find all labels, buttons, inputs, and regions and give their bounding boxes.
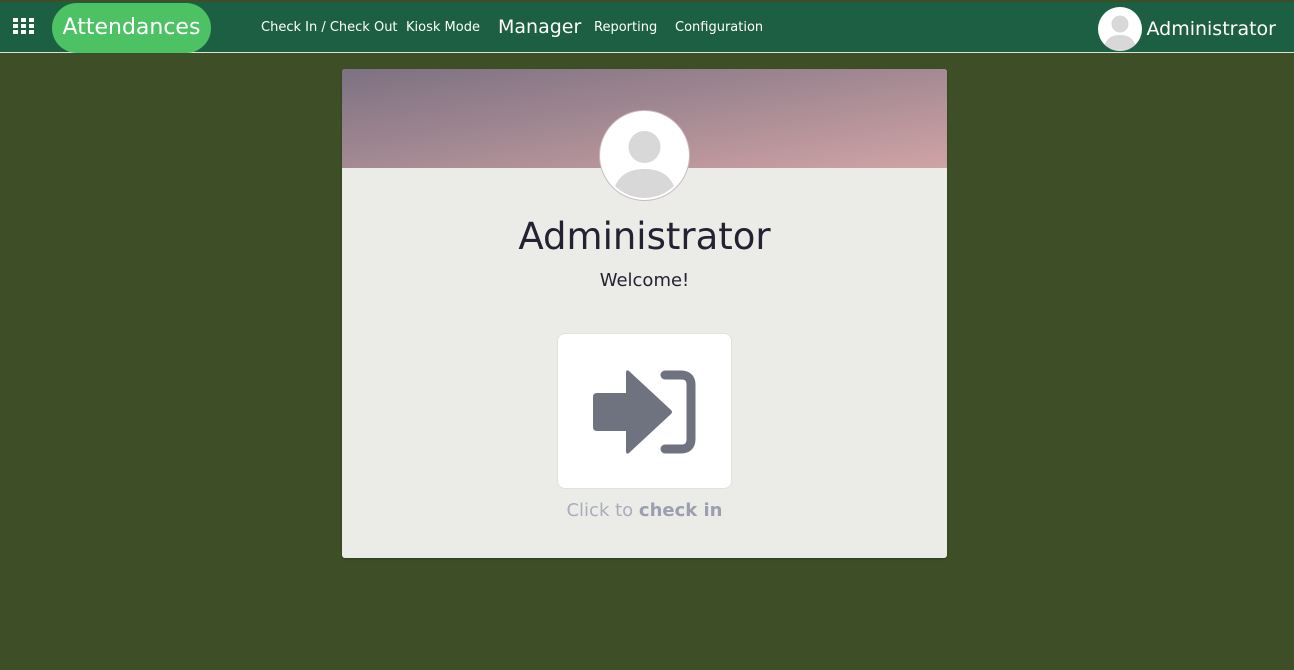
employee-name: Administrator bbox=[518, 215, 771, 258]
apps-menu-icon[interactable] bbox=[13, 18, 34, 35]
employee-avatar-icon bbox=[600, 111, 689, 200]
menu-configuration[interactable]: Configuration bbox=[675, 2, 763, 53]
attendance-card: Administrator Welcome! Click to check in bbox=[342, 69, 947, 558]
app-brand-button[interactable]: Attendances bbox=[52, 3, 211, 53]
hint-prefix: Click to bbox=[566, 500, 634, 521]
user-name: Administrator bbox=[1146, 18, 1276, 40]
menu-check-in-out[interactable]: Check In / Check Out bbox=[261, 2, 398, 53]
user-avatar-icon bbox=[1098, 7, 1143, 51]
welcome-message: Welcome! bbox=[599, 270, 690, 291]
menu-reporting[interactable]: Reporting bbox=[594, 2, 657, 53]
hint-action: check in bbox=[638, 500, 723, 521]
top-navbar: Attendances Check In / Check Out Kiosk M… bbox=[0, 2, 1294, 53]
check-in-button[interactable] bbox=[557, 333, 732, 489]
sign-in-icon bbox=[593, 370, 696, 454]
user-menu[interactable]: Administrator bbox=[1098, 7, 1276, 51]
check-in-hint: Click to check in bbox=[342, 500, 947, 521]
menu-kiosk-mode[interactable]: Kiosk Mode bbox=[406, 2, 480, 53]
menu-manager[interactable]: Manager bbox=[498, 2, 581, 53]
